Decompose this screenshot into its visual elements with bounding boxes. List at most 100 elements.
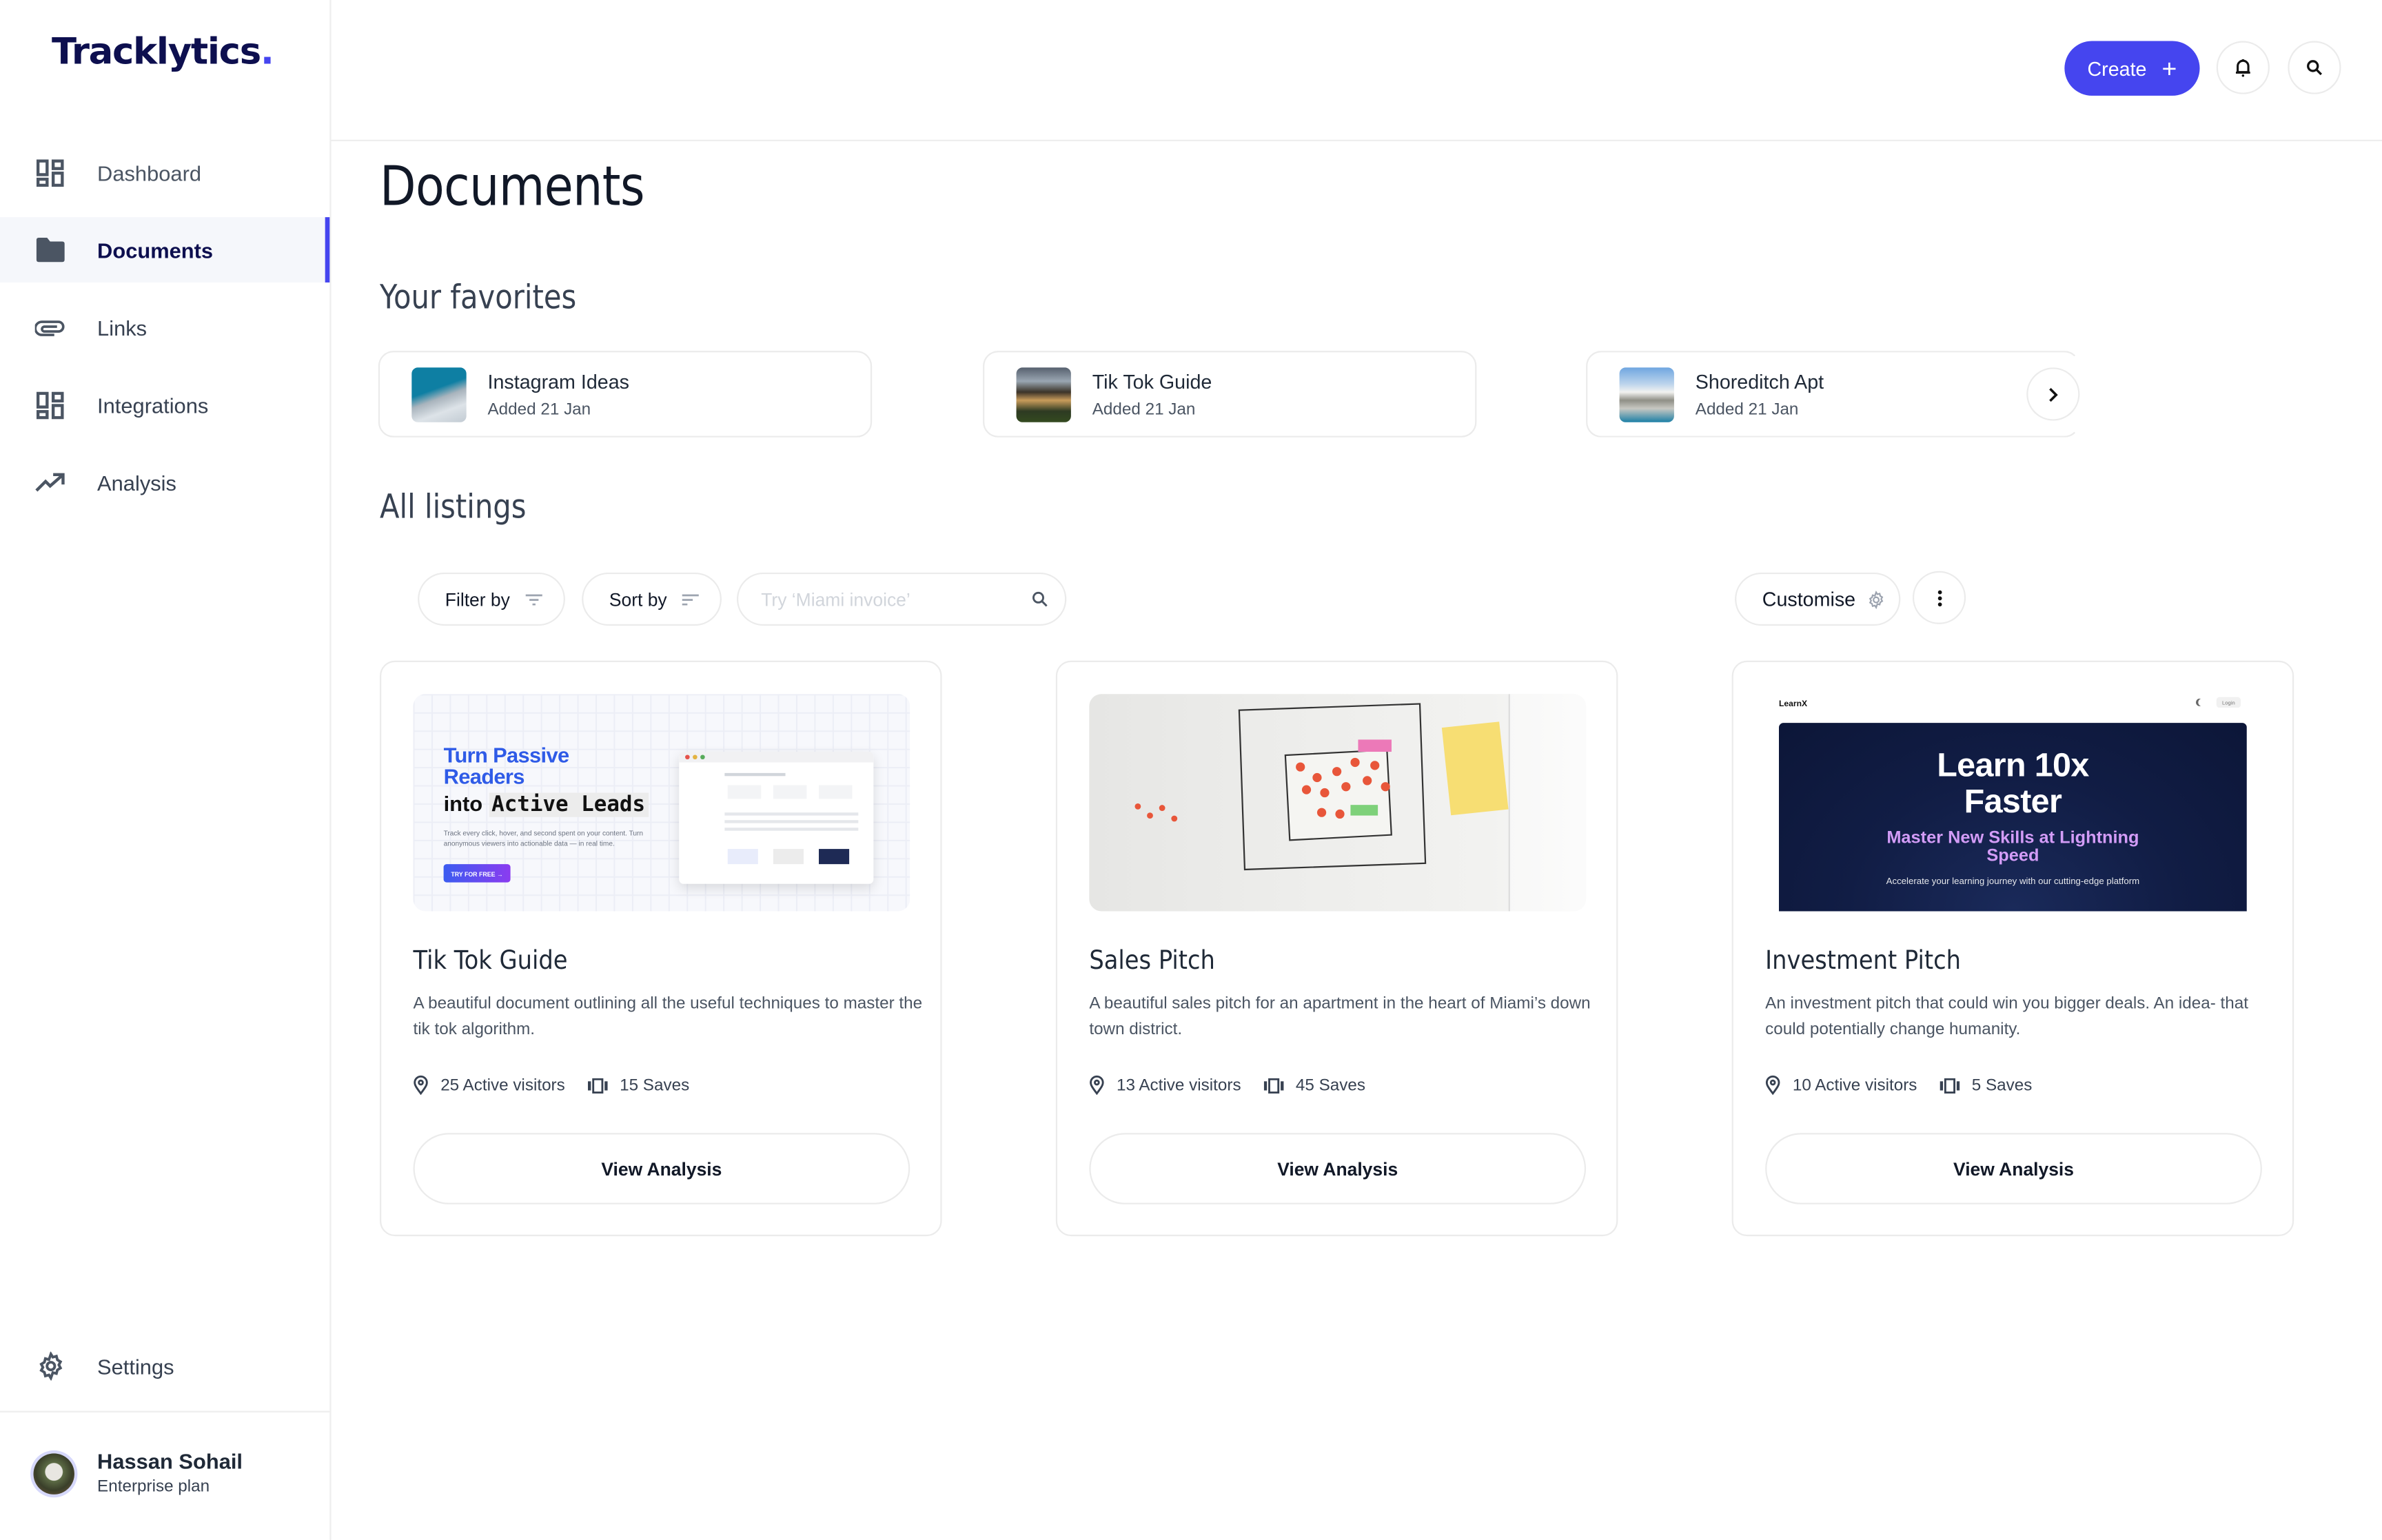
location-pin-icon (414, 1075, 429, 1096)
preview-login: Login (2216, 697, 2241, 708)
visitors-count: 10 Active visitors (1792, 1076, 1917, 1095)
customise-button[interactable]: Customise (1735, 572, 1901, 626)
preview-headline: Learn 10x Faster (1937, 746, 2089, 821)
bell-icon (2235, 58, 2251, 78)
visitors-stat: 25 Active visitors (414, 1075, 565, 1096)
preview-headline-2: into Active Leads (444, 791, 649, 817)
sidebar-item-dashboard[interactable]: Dashboard (0, 140, 329, 205)
paperclip-icon (34, 312, 65, 342)
search-input[interactable] (757, 586, 1008, 612)
favorite-thumbnail (411, 367, 467, 422)
carousel-icon (1940, 1077, 1960, 1093)
card-stats: 10 Active visitors 5 Saves (1765, 1075, 2055, 1096)
favorites-heading: Your favorites (380, 279, 577, 318)
more-vertical-icon (1936, 588, 1942, 606)
saves-stat: 45 Saves (1263, 1076, 1366, 1095)
view-analysis-button[interactable]: View Analysis (1765, 1133, 2262, 1204)
favorites-next-button[interactable] (2026, 367, 2080, 421)
carousel-icon (587, 1077, 608, 1093)
favorite-item[interactable]: Instagram Ideas Added 21 Jan (378, 351, 873, 438)
card-description: A beautiful sales pitch for an apartment… (1089, 994, 1591, 1038)
favorite-item[interactable]: Shoreditch Apt Added 21 Jan (1586, 351, 2080, 438)
location-pin-icon (1765, 1075, 1780, 1096)
create-button-label: Create (2087, 57, 2147, 80)
preview-brand: LearnX (1779, 700, 1808, 710)
grid-icon (35, 389, 65, 420)
preview-tagline: Accelerate your learning journey with ou… (1886, 877, 2140, 887)
preview-hero: Learn 10x Faster Master New Skills at Li… (1779, 723, 2247, 912)
sidebar: Tracklytics. Dashboard Documents Links I… (0, 0, 332, 1540)
preview-headline: Turn Passive Readers (443, 742, 570, 788)
card-preview-image[interactable]: Turn Passive Readers into Active Leads T… (413, 694, 910, 912)
plus-icon: + (2161, 54, 2177, 83)
search-field[interactable] (736, 572, 1067, 626)
notifications-button[interactable] (2216, 41, 2270, 94)
moon-icon (2198, 699, 2206, 706)
app-root: Tracklytics. Dashboard Documents Links I… (0, 0, 2382, 1540)
listing-card: Turn Passive Readers into Active Leads T… (380, 660, 942, 1237)
visitors-count: 25 Active visitors (440, 1076, 565, 1095)
card-stats: 25 Active visitors 15 Saves (414, 1075, 713, 1096)
folder-icon (35, 235, 65, 265)
customise-label: Customise (1762, 587, 1856, 611)
card-title: Tik Tok Guide (413, 946, 568, 977)
card-stats: 13 Active visitors 45 Saves (1089, 1075, 1388, 1096)
favorite-thumbnail (1016, 367, 1071, 422)
sort-button[interactable]: Sort by (582, 572, 722, 626)
trending-up-icon (35, 467, 65, 497)
view-analysis-button[interactable]: View Analysis (1089, 1133, 1587, 1204)
more-options-button[interactable] (1912, 571, 1966, 624)
gear-icon (1868, 590, 1886, 608)
filter-button[interactable]: Filter by (418, 572, 565, 626)
favorite-title: Tik Tok Guide (1092, 370, 1212, 393)
visitors-count: 13 Active visitors (1117, 1076, 1241, 1095)
preview-cta: TRY FOR FREE → (443, 864, 511, 883)
filter-label: Filter by (445, 588, 510, 610)
sidebar-item-label: Links (97, 315, 147, 340)
card-title: Sales Pitch (1089, 946, 1215, 977)
preview-subheadline: Master New Skills at Lightning Speed (1886, 829, 2139, 866)
sidebar-item-documents[interactable]: Documents (0, 217, 330, 283)
saves-count: 15 Saves (620, 1076, 690, 1095)
preview-headline-mono: Active Leads (488, 792, 649, 817)
carousel-icon (1263, 1077, 1284, 1093)
view-analysis-button[interactable]: View Analysis (413, 1133, 910, 1204)
sidebar-item-analysis[interactable]: Analysis (0, 449, 329, 515)
visitors-stat: 13 Active visitors (1089, 1075, 1241, 1096)
sort-icon (682, 593, 699, 606)
favorite-date: Added 21 Jan (487, 400, 591, 420)
card-preview-image[interactable]: LearnX Login Learn 10x Faster Master New… (1779, 694, 2247, 912)
preview-dashboard-mockup (679, 752, 874, 884)
sidebar-divider (0, 1410, 330, 1413)
preview-headline-prefix: into (443, 791, 483, 816)
favorite-thumbnail (1619, 367, 1674, 422)
brand-logo[interactable]: Tracklytics. (52, 30, 274, 73)
sidebar-item-settings[interactable]: Settings (0, 1333, 329, 1399)
search-button[interactable] (2288, 41, 2341, 94)
card-description: A beautiful document outlining all the u… (413, 994, 923, 1038)
search-icon (2306, 59, 2323, 76)
listing-card: Sales Pitch A beautiful sales pitch for … (1055, 660, 1618, 1237)
avatar (33, 1453, 75, 1495)
create-button[interactable]: Create + (2064, 41, 2200, 96)
sidebar-item-integrations[interactable]: Integrations (0, 372, 329, 438)
sidebar-item-label: Documents (97, 237, 214, 263)
saves-count: 5 Saves (1971, 1076, 2033, 1095)
user-name: Hassan Sohail (97, 1448, 243, 1473)
sidebar-item-label: Analysis (97, 470, 176, 495)
saves-count: 45 Saves (1295, 1076, 1366, 1095)
filter-icon (525, 593, 542, 606)
preview-subtext: Track every click, hover, and second spe… (443, 829, 644, 848)
sidebar-item-label: Integrations (97, 392, 209, 418)
favorite-date: Added 21 Jan (1695, 400, 1799, 420)
user-profile[interactable]: Hassan Sohail Enterprise plan (0, 1435, 329, 1511)
listing-card: LearnX Login Learn 10x Faster Master New… (1731, 660, 2294, 1237)
brand-name: Tracklytics (51, 30, 261, 73)
card-preview-image[interactable] (1089, 694, 1587, 912)
brand-dot: . (260, 30, 274, 73)
sidebar-item-links[interactable]: Links (0, 295, 329, 360)
card-title: Investment Pitch (1765, 946, 1962, 977)
saves-stat: 15 Saves (587, 1076, 690, 1095)
favorite-date: Added 21 Jan (1092, 400, 1196, 420)
favorite-item[interactable]: Tik Tok Guide Added 21 Jan (983, 351, 1477, 438)
